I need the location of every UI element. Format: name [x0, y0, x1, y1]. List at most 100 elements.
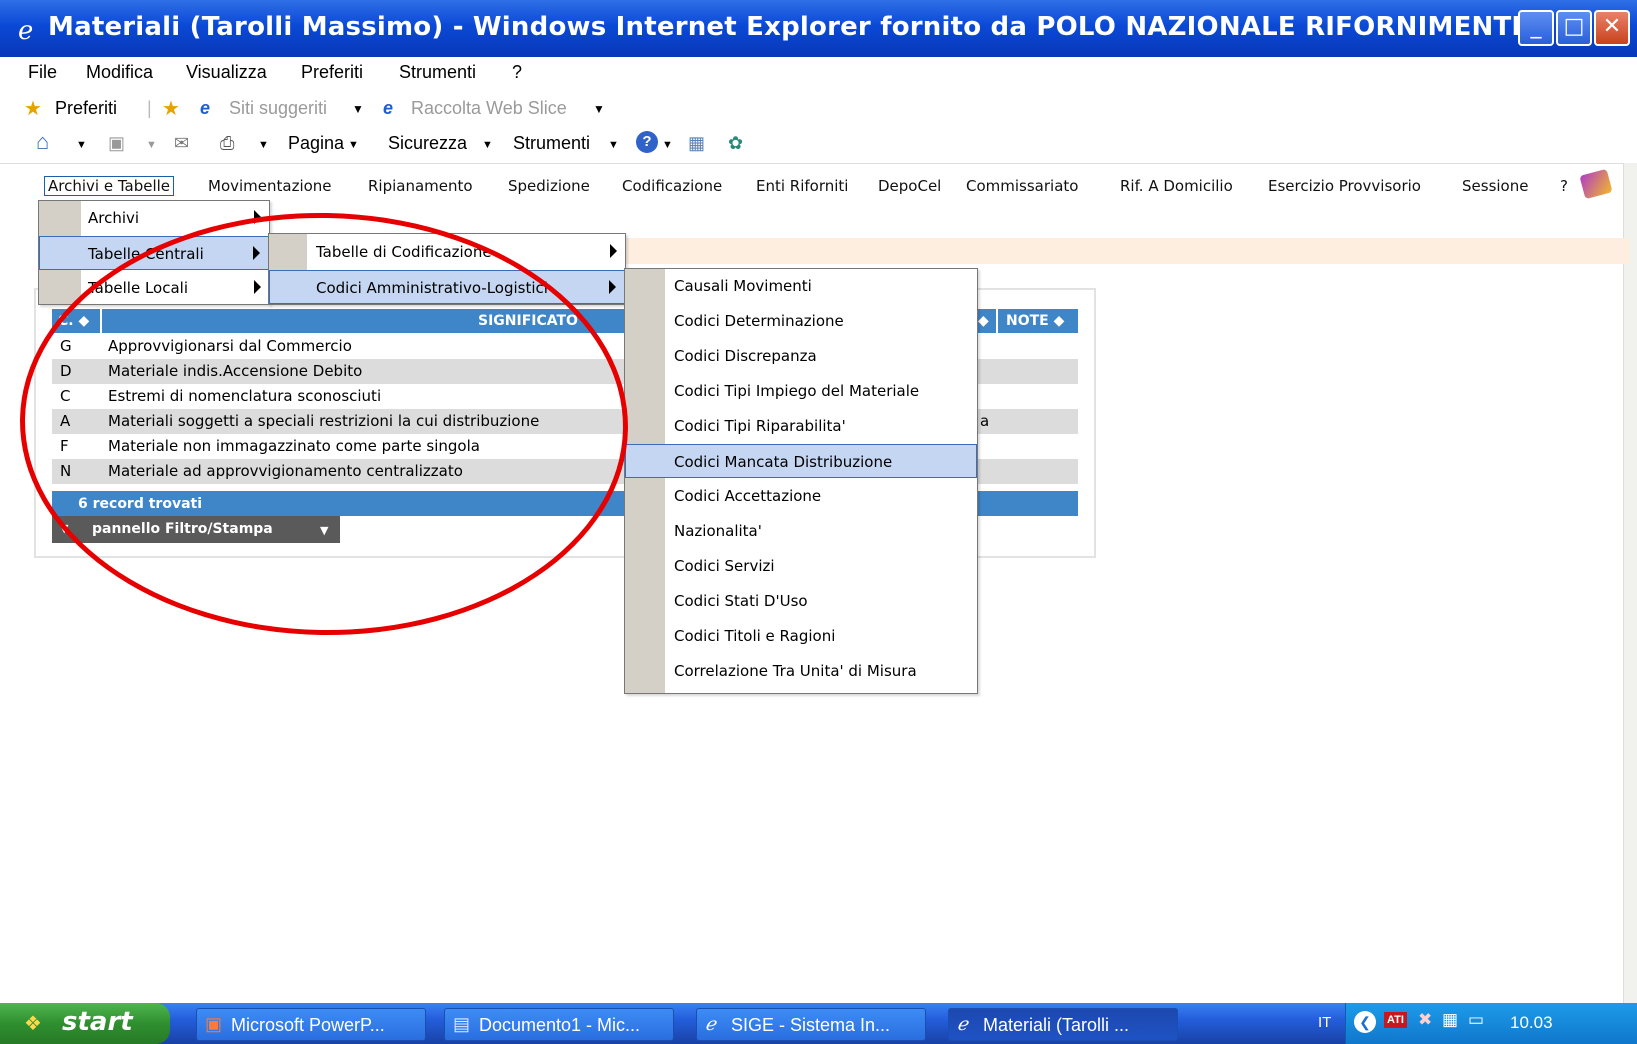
menu-item-codici-stati-uso[interactable]: Codici Stati D'Uso	[625, 584, 977, 618]
menu-item-codici-titoli-ragioni[interactable]: Codici Titoli e Ragioni	[625, 619, 977, 653]
task-word[interactable]: ▤ Documento1 - Mic...	[444, 1008, 674, 1041]
ie-page-icon: e	[383, 98, 394, 118]
task-materiali[interactable]: ℯ Materiali (Tarolli ...	[948, 1008, 1178, 1041]
menu-item-tabelle-codificazione[interactable]: Tabelle di Codificazione	[269, 235, 625, 269]
menu-item-archivi[interactable]: Archivi	[39, 201, 269, 235]
chevron-left-icon[interactable]: ❮	[1354, 1011, 1376, 1033]
display-icon[interactable]: ▭	[1468, 1010, 1484, 1030]
add-favorite-icon[interactable]: ★	[162, 96, 180, 121]
dropdown-arrow-icon[interactable]: ▼	[352, 102, 364, 116]
column-header-notes[interactable]: NOTE ◆	[998, 309, 1078, 333]
submenu-arrow-icon	[254, 210, 261, 224]
ie-icon: ℯ	[705, 1014, 716, 1034]
nav-codificazione[interactable]: Codificazione	[622, 177, 722, 195]
menu-item-codici-accettazione[interactable]: Codici Accettazione	[625, 479, 977, 513]
menu-item-codici-mancata-distribuzione[interactable]: Codici Mancata Distribuzione	[625, 444, 977, 478]
print-icon[interactable]: ⎙	[220, 133, 234, 154]
nav-depocel[interactable]: DepoCel	[878, 177, 941, 195]
dropdown-arrow-icon[interactable]: ▼	[662, 139, 673, 151]
record-count: 6 record trovati	[78, 496, 203, 512]
home-icon[interactable]: ⌂	[36, 129, 49, 155]
menu-item-label: Tabelle di Codificazione	[316, 243, 492, 261]
menu-item-tabelle-locali[interactable]: Tabelle Locali	[39, 271, 269, 305]
favorites-bar: ★ Preferiti | ★ e Siti suggeriti ▼ e Rac…	[0, 91, 1637, 127]
menu-item-label: Codici Titoli e Ragioni	[674, 627, 836, 645]
favorites-button[interactable]: Preferiti	[55, 98, 117, 119]
menu-item-tabelle-centrali[interactable]: Tabelle Centrali	[39, 236, 269, 270]
menu-item-codici-discrepanza[interactable]: Codici Discrepanza	[625, 339, 977, 373]
tools-menu-button[interactable]: Strumenti	[513, 133, 590, 154]
dropdown-arrow-icon[interactable]: ▼	[146, 139, 157, 151]
web-slice-button[interactable]: Raccolta Web Slice	[411, 98, 567, 119]
menu-file[interactable]: File	[28, 62, 57, 83]
column-header-meaning[interactable]: SIGNIFICATO	[102, 309, 662, 333]
menu-help[interactable]: ?	[512, 62, 522, 83]
help-icon[interactable]: ?	[636, 131, 658, 153]
clock: 10.03	[1510, 1013, 1553, 1032]
dropdown-arrow-icon[interactable]: ▼	[258, 139, 269, 151]
nav-spedizione[interactable]: Spedizione	[508, 177, 590, 195]
window-title-bar: ℯ Materiali (Tarolli Massimo) - Windows …	[0, 0, 1637, 57]
dropdown-arrow-icon[interactable]: ▼	[348, 139, 359, 151]
page-menu-button[interactable]: Pagina	[288, 133, 344, 154]
submenu-arrow-icon	[254, 280, 261, 294]
powerpoint-icon: ▣	[205, 1014, 223, 1034]
maximize-button[interactable]: □	[1556, 10, 1592, 46]
menu-item-correlazione-unita-misura[interactable]: Correlazione Tra Unita' di Misura	[625, 654, 977, 688]
task-sige[interactable]: ℯ SIGE - Sistema In...	[696, 1008, 926, 1041]
nav-enti-riforniti[interactable]: Enti Riforniti	[756, 177, 848, 195]
security-menu-button[interactable]: Sicurezza	[388, 133, 467, 154]
dropdown-arrow-icon[interactable]: ▼	[76, 139, 87, 151]
filter-print-panel-toggle[interactable]: ▼ pannello Filtro/Stampa ▼	[52, 516, 340, 543]
task-label: Materiali (Tarolli ...	[983, 1015, 1130, 1035]
row-meaning: Materiale indis.Accensione Debito	[108, 362, 363, 380]
feeds-icon[interactable]: ▣	[108, 133, 125, 154]
menu-item-nazionalita[interactable]: Nazionalita'	[625, 514, 977, 548]
vertical-scrollbar[interactable]	[1623, 163, 1637, 1003]
menu-strumenti[interactable]: Strumenti	[399, 62, 476, 83]
menu-item-codici-tipi-impiego[interactable]: Codici Tipi Impiego del Materiale	[625, 374, 977, 408]
menu-item-label: Codici Discrepanza	[674, 347, 817, 365]
ati-icon[interactable]: ATI	[1384, 1012, 1407, 1028]
research-icon[interactable]: ▦	[688, 133, 705, 154]
task-powerpoint[interactable]: ▣ Microsoft PowerP...	[196, 1008, 426, 1041]
menu-item-codici-amministrativo-logistici[interactable]: Codici Amministrativo-Logistici	[269, 270, 625, 304]
mail-icon[interactable]: ✉	[174, 133, 189, 154]
menu-item-label: Archivi	[88, 209, 140, 227]
menu-visualizza[interactable]: Visualizza	[186, 62, 267, 83]
language-indicator[interactable]: IT	[1318, 1014, 1331, 1031]
command-bar: ⌂ ▼ ▣ ▼ ✉ ⎙ ▼ Pagina ▼ Sicurezza ▼ Strum…	[0, 127, 1637, 163]
menu-preferiti[interactable]: Preferiti	[301, 62, 363, 83]
window-title: Materiali (Tarolli Massimo) - Windows In…	[48, 12, 1522, 42]
nav-movimentazione[interactable]: Movimentazione	[208, 177, 332, 195]
column-header-code[interactable]: C. ◆	[52, 309, 100, 333]
close-button[interactable]: ✕	[1594, 10, 1630, 46]
nav-archivi-tabelle[interactable]: Archivi e Tabelle	[44, 176, 175, 196]
system-tray: IT ❮ ATI ✖ ▦ ▭ 10.03	[1318, 1003, 1637, 1044]
minimize-button[interactable]: _	[1518, 10, 1554, 46]
nav-sessione[interactable]: Sessione	[1462, 177, 1528, 195]
menu-item-codici-tipi-riparabilita[interactable]: Codici Tipi Riparabilita'	[625, 409, 977, 443]
column-header-code-label: C. ◆	[58, 313, 90, 329]
security-icon[interactable]: ▦	[1442, 1010, 1458, 1030]
menu-item-codici-servizi[interactable]: Codici Servizi	[625, 549, 977, 583]
dropdown-arrow-icon[interactable]: ▼	[593, 102, 605, 116]
start-label: start	[62, 1007, 133, 1037]
dropdown-arrow-icon[interactable]: ▼	[482, 139, 493, 151]
nav-help[interactable]: ?	[1560, 177, 1568, 195]
menu-item-label: Codici Mancata Distribuzione	[674, 453, 893, 471]
suggested-sites-button[interactable]: Siti suggeriti	[229, 98, 327, 119]
network-icon[interactable]: ✖	[1418, 1010, 1432, 1030]
nav-rif-domicilio[interactable]: Rif. A Domicilio	[1120, 177, 1233, 195]
menu-item-codici-determinazione[interactable]: Codici Determinazione	[625, 304, 977, 338]
nav-ripianamento[interactable]: Ripianamento	[368, 177, 473, 195]
messenger-icon[interactable]: ✿	[728, 133, 743, 154]
nav-esercizio-provvisorio[interactable]: Esercizio Provvisorio	[1268, 177, 1421, 195]
start-button[interactable]: ❖ start	[0, 1003, 170, 1044]
nav-commissariato[interactable]: Commissariato	[966, 177, 1078, 195]
word-icon: ▤	[453, 1014, 471, 1034]
menu-modifica[interactable]: Modifica	[86, 62, 153, 83]
dropdown-arrow-icon[interactable]: ▼	[608, 139, 619, 151]
row-overflow-text: a	[980, 412, 990, 430]
menu-item-causali-movimenti[interactable]: Causali Movimenti	[625, 269, 977, 303]
